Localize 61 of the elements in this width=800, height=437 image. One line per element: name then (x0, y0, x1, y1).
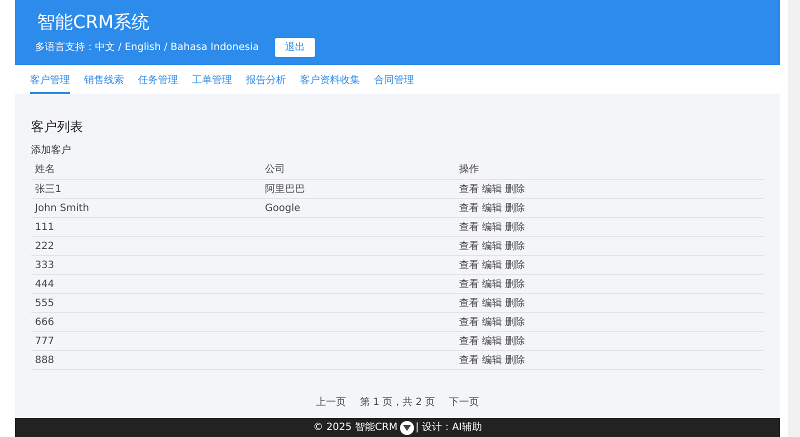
action-link[interactable]: 查看 (459, 316, 479, 328)
action-link[interactable]: 编辑 (482, 316, 502, 328)
nav-tab[interactable]: 报告分析 (246, 65, 286, 94)
action-link[interactable]: 删除 (505, 184, 525, 195)
app-title: 智能CRM系统 (37, 12, 151, 34)
table-cell: Google (261, 198, 455, 218)
action-link[interactable]: 编辑 (482, 354, 502, 366)
table-cell: 333 (31, 256, 261, 275)
table-cell: 777 (31, 332, 261, 351)
action-link[interactable]: 编辑 (482, 240, 502, 252)
action-link[interactable]: 删除 (505, 354, 525, 366)
nav-tab[interactable]: 客户资料收集 (300, 65, 360, 94)
language-support-text: 多语言支持：中文 / English / Bahasa Indonesia (35, 40, 259, 55)
action-link[interactable]: 查看 (459, 240, 479, 252)
page-info: 第 1 页，共 2 页 (360, 396, 436, 410)
nav-tab[interactable]: 销售线索 (84, 65, 124, 94)
action-link[interactable]: 查看 (459, 222, 479, 233)
action-link[interactable]: 查看 (459, 336, 479, 347)
action-link[interactable]: 查看 (459, 278, 479, 290)
action-link[interactable]: 删除 (505, 278, 525, 290)
action-link[interactable]: 查看 (459, 184, 479, 195)
action-link[interactable]: 删除 (505, 316, 525, 328)
action-link[interactable]: 查看 (459, 260, 479, 271)
footer-text: © 2025 智能CRM (313, 420, 398, 435)
action-link[interactable]: 编辑 (482, 202, 502, 214)
column-header: 姓名 (31, 160, 261, 180)
action-link[interactable]: 查看 (459, 354, 479, 366)
action-link[interactable]: 删除 (505, 336, 525, 347)
nav-tab[interactable]: 任务管理 (138, 65, 178, 94)
action-link[interactable]: 编辑 (482, 278, 502, 290)
action-link[interactable]: 查看 (459, 298, 479, 309)
column-header: 公司 (261, 160, 455, 180)
table-cell: 111 (31, 218, 261, 237)
action-link[interactable]: 编辑 (482, 184, 502, 195)
table-cell: John Smith (31, 198, 261, 218)
nav-tab[interactable]: 客户管理 (30, 65, 70, 94)
table-cell: 888 (31, 350, 261, 370)
table-cell: 阿里巴巴 (261, 180, 455, 199)
table-cell: 555 (31, 294, 261, 313)
table-cell: 222 (31, 236, 261, 256)
action-link[interactable]: 删除 (505, 298, 525, 309)
column-header: 操作 (455, 160, 764, 180)
next-page-link[interactable]: 下一页 (449, 395, 480, 410)
section-title: 客户列表 (31, 120, 84, 136)
action-link[interactable]: 编辑 (482, 222, 502, 233)
action-link[interactable]: 编辑 (482, 298, 502, 309)
table-cell: 666 (31, 312, 261, 332)
action-link[interactable]: 编辑 (482, 336, 502, 347)
add-customer-link[interactable]: 添加客户 (31, 144, 71, 156)
table-cell: 444 (31, 274, 261, 294)
table-cell: 张三1 (31, 180, 261, 199)
footer-text: | 设计：AI辅助 (416, 420, 482, 435)
action-link[interactable]: 删除 (505, 202, 525, 214)
chevron-down-icon[interactable] (400, 420, 414, 434)
previous-page-link[interactable]: 上一页 (316, 395, 346, 410)
action-link[interactable]: 删除 (505, 240, 525, 252)
action-link[interactable]: 查看 (459, 202, 479, 214)
action-link[interactable]: 删除 (505, 222, 525, 233)
action-link[interactable]: 删除 (505, 260, 525, 271)
action-link[interactable]: 编辑 (482, 260, 502, 271)
nav-tab[interactable]: 合同管理 (374, 65, 414, 94)
